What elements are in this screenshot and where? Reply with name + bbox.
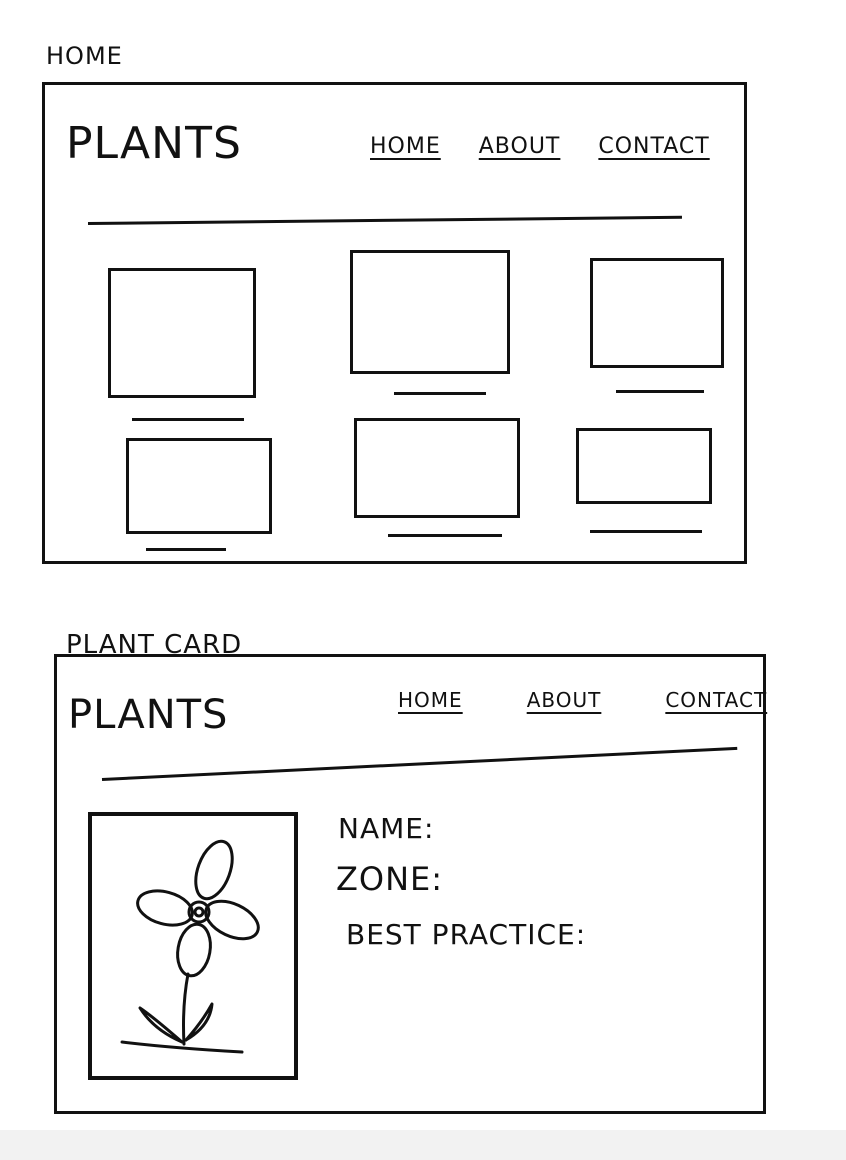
plant-thumbnail-caption — [146, 548, 226, 551]
plant-card-nav: HOME ABOUT CONTACT — [398, 688, 767, 712]
nav-contact-link[interactable]: CONTACT — [598, 134, 709, 159]
plant-thumbnail-caption — [394, 392, 486, 395]
plant-thumbnail[interactable] — [126, 438, 272, 534]
plant-photo — [88, 812, 298, 1080]
nav-about-link[interactable]: ABOUT — [527, 688, 602, 712]
plant-thumbnail[interactable] — [590, 258, 724, 368]
plant-name-field: NAME: — [338, 812, 435, 845]
nav-about-link[interactable]: ABOUT — [479, 134, 561, 159]
home-brand-logo: PLANTS — [66, 118, 242, 169]
nav-home-link[interactable]: HOME — [370, 134, 441, 159]
plant-thumbnail-caption — [590, 530, 702, 533]
plant-thumbnail[interactable] — [350, 250, 510, 374]
page-bottom-strip — [0, 1130, 846, 1160]
plant-thumbnail-caption — [132, 418, 244, 421]
plant-card-brand-logo: PLANTS — [68, 692, 229, 738]
nav-contact-link[interactable]: CONTACT — [665, 688, 767, 712]
plant-thumbnail-caption — [616, 390, 704, 393]
home-wireframe-label: HOME — [46, 42, 123, 70]
home-nav: HOME ABOUT CONTACT — [370, 134, 710, 159]
plant-best-practice-field: BEST PRACTICE: — [346, 918, 587, 951]
nav-home-link[interactable]: HOME — [398, 688, 463, 712]
plant-thumbnail-caption — [388, 534, 502, 537]
plant-zone-field: ZONE: — [336, 860, 444, 898]
plant-thumbnail[interactable] — [354, 418, 520, 518]
flower-icon — [120, 839, 260, 1054]
plant-thumbnail[interactable] — [108, 268, 256, 398]
plant-thumbnail[interactable] — [576, 428, 712, 504]
